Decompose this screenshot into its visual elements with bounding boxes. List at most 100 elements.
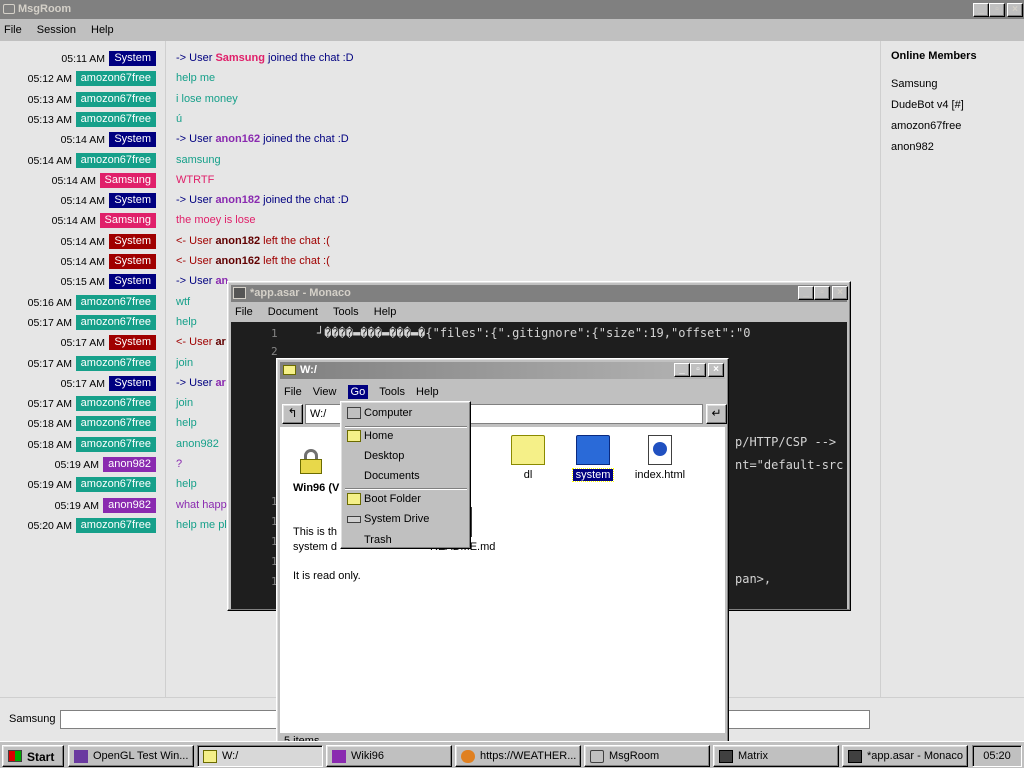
user-badge[interactable]: Samsung	[99, 213, 156, 229]
message-text: wtf	[176, 295, 191, 308]
minimize-button[interactable]: _	[973, 3, 989, 17]
menu-item-boot-folder[interactable]: Boot Folder	[344, 490, 468, 509]
message-prefix: -> User	[176, 133, 216, 146]
explorer-titlebar[interactable]: W:/ _ ▫ ×	[280, 362, 725, 379]
task-msgroom[interactable]: MsgRoom	[584, 745, 710, 767]
user-badge[interactable]: amozon67free	[75, 314, 156, 330]
user-badge[interactable]: amozon67free	[75, 355, 156, 371]
user-badge[interactable]: amozon67free	[75, 477, 156, 493]
user-badge[interactable]: Samsung	[99, 172, 156, 188]
minimize-button[interactable]: _	[798, 286, 814, 300]
menu-view[interactable]: View	[313, 386, 337, 398]
menu-item-desktop[interactable]: Desktop	[344, 447, 468, 466]
menu-item-computer[interactable]: Computer	[344, 404, 468, 423]
user-badge[interactable]: amozon67free	[75, 517, 156, 533]
message-text: help	[176, 417, 197, 430]
go-button[interactable]: ↵	[706, 404, 727, 424]
start-button[interactable]: Start	[2, 745, 64, 767]
message-username[interactable]: ar	[215, 377, 225, 389]
menu-item-system-drive[interactable]: System Drive	[344, 510, 468, 529]
folder-icon	[347, 493, 361, 505]
up-folder-button[interactable]: ↰	[282, 404, 303, 424]
task-wiki96[interactable]: Wiki96	[326, 745, 452, 767]
menu-tools[interactable]: Tools	[333, 306, 359, 318]
task-explorer[interactable]: W:/	[197, 745, 323, 767]
chat-message-row: System 05:11 AM	[0, 51, 166, 67]
menu-help[interactable]: Help	[91, 24, 114, 36]
chat-message-row: System 05:17 AM	[0, 375, 166, 392]
close-button[interactable]: ×	[832, 286, 848, 300]
menu-document[interactable]: Document	[268, 306, 318, 318]
close-button[interactable]: ×	[708, 363, 724, 377]
menu-file[interactable]: File	[235, 306, 253, 318]
minimize-button[interactable]: _	[674, 363, 690, 377]
user-badge[interactable]: System	[109, 193, 156, 209]
menu-session[interactable]: Session	[37, 24, 76, 36]
message-username[interactable]: anon162	[215, 133, 260, 145]
task-monaco[interactable]: *app.asar - Monaco	[842, 745, 968, 767]
user-badge[interactable]: anon982	[103, 457, 156, 472]
user-badge[interactable]: amozon67free	[75, 91, 156, 107]
message-timestamp: 05:14 AM	[60, 134, 105, 147]
message-username[interactable]: Samsung	[215, 52, 265, 64]
menu-help[interactable]: Help	[416, 386, 439, 398]
user-badge[interactable]: System	[109, 254, 156, 269]
monaco-titlebar[interactable]: *app.asar - Monaco _ ▫ ×	[231, 285, 848, 302]
maximize-button[interactable]: ▫	[690, 363, 706, 377]
file-item[interactable]: dl	[498, 435, 558, 481]
user-badge[interactable]: amozon67free	[75, 71, 156, 87]
user-badge[interactable]: System	[109, 132, 156, 148]
msgroom-titlebar[interactable]: MsgRoom _ ▫ ×	[0, 0, 1024, 19]
online-member[interactable]: Samsung	[891, 78, 937, 90]
menu-item-trash[interactable]: Trash	[344, 531, 468, 550]
online-member[interactable]: anon982	[891, 141, 934, 153]
message-username[interactable]: ar	[215, 336, 225, 348]
menu-item-documents[interactable]: Documents	[344, 467, 468, 486]
user-badge[interactable]: amozon67free	[75, 396, 156, 412]
message-text: i lose money	[176, 92, 238, 105]
message-username[interactable]: anon182	[215, 235, 260, 247]
user-badge[interactable]: System	[109, 233, 156, 249]
user-badge[interactable]: amozon67free	[75, 436, 156, 452]
message-prefix: -> User	[176, 52, 216, 64]
file-label: index.html	[634, 469, 686, 481]
message-timestamp: 05:15 AM	[60, 276, 105, 289]
menu-go[interactable]: Go	[347, 385, 369, 399]
message-prefix: -> User	[176, 194, 216, 207]
maximize-button[interactable]: ▫	[989, 3, 1005, 17]
message-timestamp: 05:19 AM	[27, 479, 72, 492]
user-badge[interactable]: amozon67free	[75, 416, 156, 432]
user-badge[interactable]: amozon67free	[75, 152, 156, 168]
user-badge[interactable]: System	[109, 375, 156, 391]
user-badge[interactable]: System	[109, 274, 156, 290]
message-timestamp: 05:18 AM	[27, 438, 72, 451]
task-opengl[interactable]: OpenGL Test Win...	[68, 745, 194, 767]
terminal-icon	[719, 750, 733, 763]
chat-message-row: amozon67free 05:20 AM	[0, 517, 166, 534]
user-badge[interactable]: amozon67free	[75, 294, 156, 310]
code-fragment: pan>,	[735, 572, 772, 586]
user-badge[interactable]: System	[109, 51, 156, 66]
user-badge[interactable]: System	[109, 335, 156, 351]
menu-help[interactable]: Help	[374, 306, 397, 318]
menu-file[interactable]: File	[4, 24, 22, 36]
task-browser[interactable]: https://WEATHER...	[455, 745, 581, 767]
message-username[interactable]: anon182	[215, 194, 260, 206]
menu-item-home[interactable]: Home	[344, 427, 468, 446]
maximize-button[interactable]: ▫	[814, 286, 830, 300]
message-timestamp: 05:14 AM	[51, 174, 96, 187]
message-username[interactable]: anon162	[215, 255, 260, 267]
message-text: help	[176, 478, 197, 491]
user-badge[interactable]: amozon67free	[75, 111, 156, 127]
file-item[interactable]: system	[563, 435, 623, 482]
task-matrix[interactable]: Matrix	[713, 745, 839, 767]
menu-tools[interactable]: Tools	[379, 386, 405, 398]
close-button[interactable]: ×	[1007, 3, 1023, 17]
online-member[interactable]: DudeBot v4 [#]	[891, 99, 964, 111]
menu-file[interactable]: File	[284, 386, 302, 398]
chat-message-row: System 05:14 AM	[0, 254, 166, 270]
online-member[interactable]: amozon67free	[891, 120, 961, 132]
user-badge[interactable]: anon982	[103, 497, 156, 513]
file-item[interactable]: index.html	[630, 435, 690, 481]
message-timestamp: 05:13 AM	[27, 113, 72, 126]
